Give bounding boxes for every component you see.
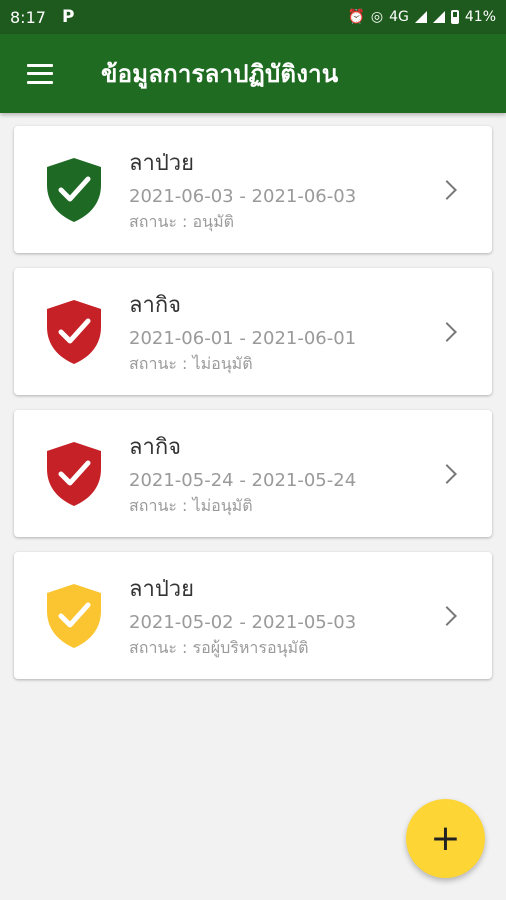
- leave-dates: 2021-06-01 - 2021-06-01: [129, 327, 357, 349]
- leave-type: ลาป่วย: [129, 576, 195, 602]
- hotspot-icon: ◎: [370, 9, 384, 25]
- shield-check-icon: [47, 583, 101, 648]
- chevron-right-icon: [437, 321, 457, 342]
- status-time: 8:17: [10, 7, 46, 27]
- status-bar: 8:17 P ⏰ ◎ 4G 41%: [0, 0, 506, 34]
- chevron-right-icon: [437, 605, 457, 626]
- shield-check-icon: [47, 441, 101, 506]
- leave-card[interactable]: ลาป่วย 2021-05-02 - 2021-05-03 สถานะ : รอผ…: [14, 552, 492, 679]
- leave-text: ลาป่วย 2021-06-03 - 2021-06-03 สถานะ : อนุ…: [129, 145, 440, 235]
- chevron-right-icon: [437, 463, 457, 484]
- leave-status: สถานะ : ไม่อนุมัติ: [129, 353, 253, 373]
- network-label: 4G: [389, 9, 409, 25]
- alarm-icon: ⏰: [347, 9, 365, 25]
- shield-check-icon: [47, 299, 101, 364]
- app-notification-icon: P: [61, 7, 75, 27]
- hamburger-menu-icon[interactable]: [27, 63, 53, 84]
- app-bar: ข้อมูลการลาปฏิบัติงาน: [0, 34, 506, 113]
- status-right: ⏰ ◎ 4G 41%: [347, 9, 496, 25]
- shield-check-icon: [47, 157, 101, 222]
- leave-type: ลาป่วย: [129, 150, 195, 176]
- status-left: 8:17 P: [10, 7, 74, 27]
- leave-dates: 2021-06-03 - 2021-06-03: [129, 185, 357, 207]
- leave-status: สถานะ : ไม่อนุมัติ: [129, 495, 253, 515]
- add-leave-button[interactable]: +: [406, 799, 485, 878]
- leave-status: สถานะ : รอผู้บริหารอนุมัติ: [129, 637, 309, 657]
- signal-icon: [414, 11, 427, 23]
- leave-type: ลากิจ: [129, 292, 182, 318]
- chevron-right-icon: [437, 179, 457, 200]
- leave-card[interactable]: ลาป่วย 2021-06-03 - 2021-06-03 สถานะ : อนุ…: [14, 126, 492, 253]
- leave-card[interactable]: ลากิจ 2021-06-01 - 2021-06-01 สถานะ : ไม่อ…: [14, 268, 492, 395]
- signal-icon: [432, 11, 445, 23]
- leave-list: ลาป่วย 2021-06-03 - 2021-06-03 สถานะ : อนุ…: [0, 113, 506, 679]
- leave-text: ลาป่วย 2021-05-02 - 2021-05-03 สถานะ : รอผ…: [129, 571, 440, 661]
- battery-level: 41%: [464, 9, 496, 25]
- battery-icon: [450, 10, 459, 24]
- leave-text: ลากิจ 2021-05-24 - 2021-05-24 สถานะ : ไม่อ…: [129, 429, 440, 519]
- leave-text: ลากิจ 2021-06-01 - 2021-06-01 สถานะ : ไม่อ…: [129, 287, 440, 377]
- leave-type: ลากิจ: [129, 434, 182, 460]
- page-title: ข้อมูลการลาปฏิบัติงาน: [101, 60, 339, 88]
- leave-dates: 2021-05-02 - 2021-05-03: [129, 611, 357, 633]
- leave-status: สถานะ : อนุมัติ: [129, 211, 235, 231]
- leave-card[interactable]: ลากิจ 2021-05-24 - 2021-05-24 สถานะ : ไม่อ…: [14, 410, 492, 537]
- leave-dates: 2021-05-24 - 2021-05-24: [129, 469, 357, 491]
